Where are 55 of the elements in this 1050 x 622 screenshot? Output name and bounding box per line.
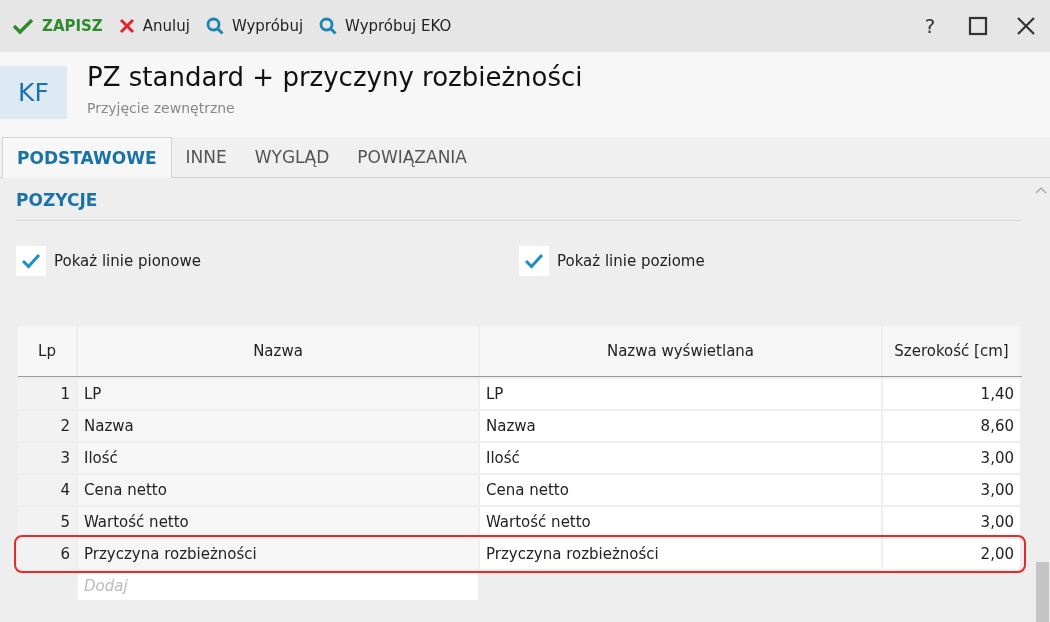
- table-cell: 5: [18, 507, 76, 537]
- search-icon: [319, 17, 338, 35]
- section-heading: POZYCJE: [16, 178, 1022, 221]
- table-cell: Wartość netto: [480, 507, 881, 537]
- table-cell: Wartość netto: [78, 507, 478, 537]
- table-cell: 1: [18, 379, 76, 409]
- test-button[interactable]: Wypróbuj: [199, 13, 310, 39]
- scrollbar-thumb[interactable]: [1036, 562, 1049, 622]
- checkbox-label: Pokaż linie poziome: [557, 252, 705, 270]
- tab[interactable]: WYGLĄD: [240, 137, 344, 177]
- table-cell: 8,60: [883, 411, 1020, 441]
- table-cell: 4: [18, 475, 76, 505]
- table-cell: Nazwa: [480, 411, 881, 441]
- test-eko-button[interactable]: Wypróbuj EKO: [313, 13, 458, 39]
- caret-up-icon[interactable]: [1035, 186, 1047, 194]
- cancel-button[interactable]: Anuluj: [112, 13, 196, 39]
- table-cell: 2,00: [883, 539, 1020, 569]
- column-header[interactable]: Nazwa wyświetlana: [480, 326, 881, 376]
- tab[interactable]: PODSTAWOWE: [2, 137, 172, 178]
- table-cell: 2: [18, 411, 76, 441]
- tab[interactable]: POWIĄZANIA: [343, 137, 481, 177]
- close-icon: [1016, 16, 1036, 36]
- column-header[interactable]: Lp: [18, 326, 76, 376]
- table-cell: LP: [480, 379, 881, 409]
- document-title: PZ standard + przyczyny rozbieżności: [87, 62, 583, 92]
- tab[interactable]: INNE: [171, 137, 241, 177]
- table-cell: 3: [18, 443, 76, 473]
- table-cell: 3,00: [883, 443, 1020, 473]
- table-cell: 3,00: [883, 507, 1020, 537]
- checkmark-icon: [12, 17, 34, 35]
- checkbox[interactable]: [519, 246, 549, 276]
- table-cell: LP: [78, 379, 478, 409]
- table-cell: Cena netto: [78, 475, 478, 505]
- maximize-icon: [968, 16, 988, 36]
- column-header[interactable]: Szerokość [cm]: [883, 326, 1020, 376]
- search-icon: [205, 17, 224, 35]
- table-cell: Przyczyna rozbieżności: [78, 539, 478, 569]
- table-cell: Przyczyna rozbieżności: [480, 539, 881, 569]
- table-cell: Ilość: [78, 443, 478, 473]
- table-cell: 1,40: [883, 379, 1020, 409]
- checkbox[interactable]: [16, 246, 46, 276]
- help-button[interactable]: ?: [906, 6, 954, 46]
- table-cell: Ilość: [480, 443, 881, 473]
- checkmark-icon: [524, 253, 544, 269]
- column-header[interactable]: Nazwa: [78, 326, 478, 376]
- table-cell: 6: [18, 539, 76, 569]
- table-cell: Cena netto: [480, 475, 881, 505]
- table-cell: 3,00: [883, 475, 1020, 505]
- checkmark-icon: [21, 253, 41, 269]
- document-subtitle: Przyjęcie zewnętrzne: [87, 100, 236, 116]
- close-icon: [118, 18, 135, 34]
- checkbox-label: Pokaż linie pionowe: [54, 252, 201, 270]
- document-type-badge: KF: [0, 66, 67, 119]
- table-cell: Nazwa: [78, 411, 478, 441]
- add-row-field[interactable]: Dodaj: [78, 572, 478, 600]
